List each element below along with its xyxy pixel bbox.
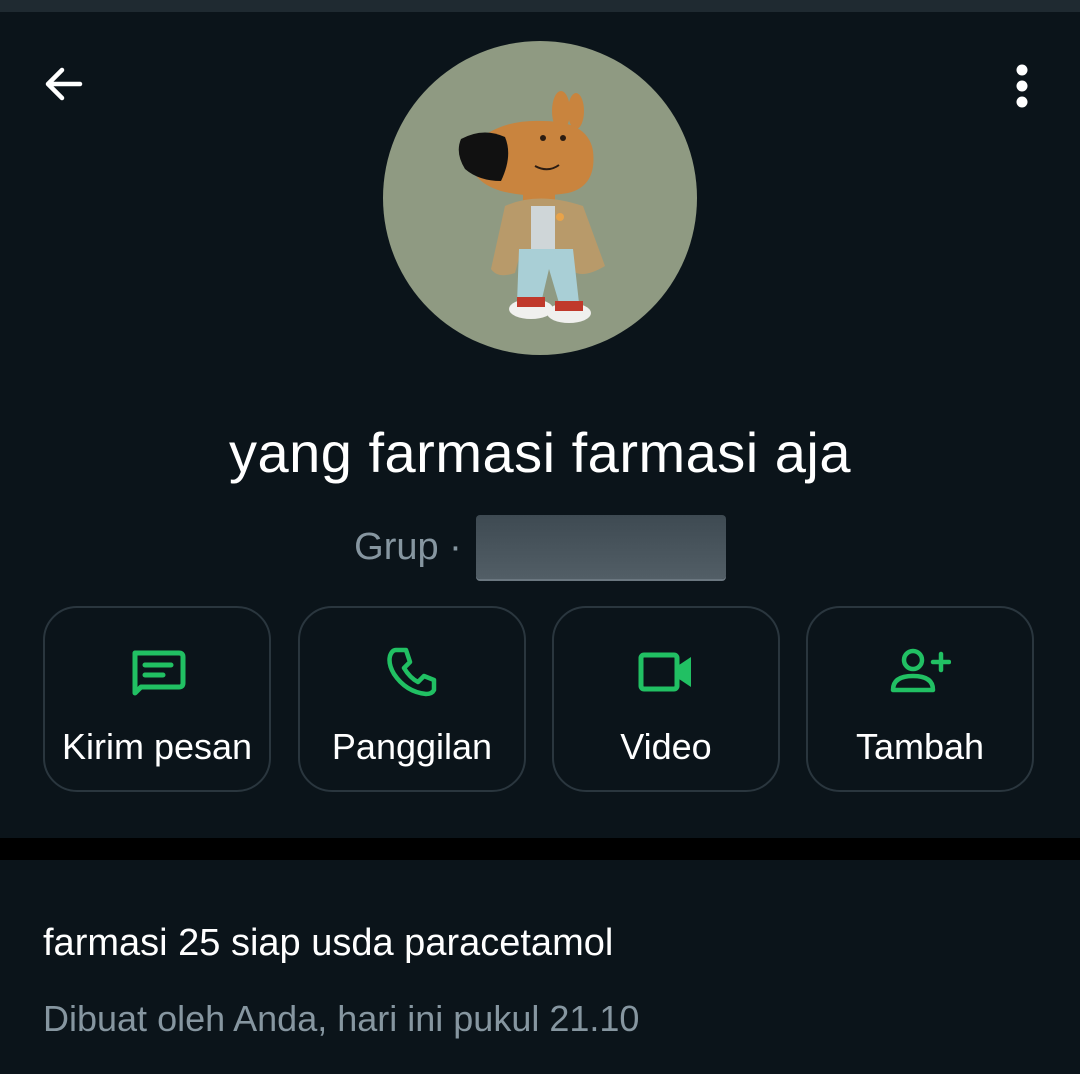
redacted-member-count	[475, 515, 726, 579]
more-vertical-icon	[1016, 64, 1028, 108]
back-button[interactable]	[36, 56, 92, 112]
group-description[interactable]: farmasi 25 siap usda paracetamol	[43, 922, 613, 965]
video-icon	[638, 652, 691, 692]
group-name: yang farmasi farmasi aja	[228, 421, 851, 484]
group-description-section[interactable]	[0, 860, 1080, 1074]
group-subtitle: Grup ·	[354, 525, 462, 568]
group-subtitle-row: Grup ·	[0, 512, 1080, 582]
phone-icon	[387, 647, 437, 697]
more-options-button[interactable]	[998, 56, 1046, 116]
section-divider	[0, 838, 1080, 860]
action-buttons: Kirim pesan Panggilan Video Tambah	[43, 606, 1037, 796]
group-created-info: Dibuat oleh Anda, hari ini pukul 21.10	[43, 998, 640, 1039]
send-message-button[interactable]: Kirim pesan	[43, 606, 271, 792]
video-call-button[interactable]: Video	[552, 606, 780, 792]
dog-character-picture	[458, 91, 605, 323]
add-member-button[interactable]: Tambah	[806, 606, 1034, 792]
add-member-label: Tambah	[855, 726, 985, 767]
arrow-left-icon	[45, 67, 83, 101]
status-strip	[0, 0, 1080, 12]
video-call-label: Video	[620, 726, 712, 767]
add-person-icon	[890, 648, 951, 693]
voice-call-button[interactable]: Panggilan	[298, 606, 526, 792]
voice-call-label: Panggilan	[331, 726, 493, 767]
send-message-label: Kirim pesan	[61, 726, 253, 767]
group-avatar[interactable]	[383, 41, 697, 355]
message-icon	[132, 650, 186, 696]
